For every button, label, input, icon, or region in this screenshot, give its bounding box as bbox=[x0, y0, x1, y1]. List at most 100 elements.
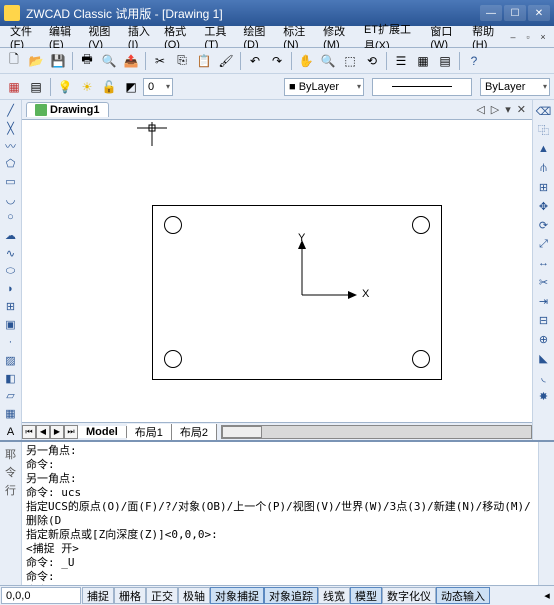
offset-icon[interactable]: ⫛ bbox=[535, 159, 553, 177]
command-text[interactable]: 另一角点: 命令: 另一角点: 命令: ucs 指定UCS的原点(O)/面(F)… bbox=[22, 442, 538, 585]
region-icon[interactable]: ▱ bbox=[2, 388, 20, 405]
block-icon[interactable]: ▣ bbox=[2, 316, 20, 333]
gradient-icon[interactable]: ◧ bbox=[2, 370, 20, 387]
layer-combo[interactable]: 0 bbox=[143, 78, 173, 96]
rectangle-icon[interactable]: ▭ bbox=[2, 173, 20, 190]
print-icon[interactable]: 🖶 bbox=[77, 51, 97, 71]
status-栅格[interactable]: 栅格 bbox=[114, 587, 146, 604]
status-对象捕捉[interactable]: 对象捕捉 bbox=[210, 587, 264, 604]
revcloud-icon[interactable]: ☁ bbox=[2, 227, 20, 244]
arc-icon[interactable]: ◡ bbox=[2, 191, 20, 208]
new-icon[interactable]: 🗋 bbox=[4, 51, 24, 71]
help-icon[interactable]: ? bbox=[464, 51, 484, 71]
extend-icon[interactable]: ⇥ bbox=[535, 292, 553, 310]
hscrollbar[interactable] bbox=[221, 425, 532, 439]
coord-readout[interactable]: 0,0,0 bbox=[1, 587, 81, 604]
layerprop-icon[interactable]: ▦ bbox=[4, 77, 24, 97]
preview-icon[interactable]: 🔍 bbox=[99, 51, 119, 71]
point-icon[interactable]: · bbox=[2, 334, 20, 351]
layerstate-icon[interactable]: ▤ bbox=[26, 77, 46, 97]
array-icon[interactable]: ⊞ bbox=[535, 178, 553, 196]
tab-first-icon[interactable]: ⏮ bbox=[22, 425, 36, 439]
line-icon[interactable]: ╱ bbox=[2, 102, 20, 119]
matchprop-icon[interactable]: 🖌 bbox=[216, 51, 236, 71]
scale-icon[interactable]: ⤢ bbox=[535, 235, 553, 253]
toolpalette-icon[interactable]: ▤ bbox=[435, 51, 455, 71]
circle-icon[interactable]: ○ bbox=[2, 209, 20, 226]
ellipsearc-icon[interactable]: ◗ bbox=[2, 280, 20, 297]
paste-icon[interactable]: 📋 bbox=[194, 51, 214, 71]
mdi-restore-button[interactable]: ▫ bbox=[521, 31, 535, 43]
status-捕捉[interactable]: 捕捉 bbox=[82, 587, 114, 604]
chamfer-icon[interactable]: ◣ bbox=[535, 349, 553, 367]
color-combo[interactable]: ■ ByLayer bbox=[284, 78, 364, 96]
mirror-icon[interactable]: ▲ bbox=[535, 140, 553, 158]
save-icon[interactable]: 💾 bbox=[48, 51, 68, 71]
minimize-button[interactable]: — bbox=[480, 5, 502, 21]
doc-tab-active[interactable]: Drawing1 bbox=[26, 102, 109, 117]
status-数字化仪[interactable]: 数字化仪 bbox=[382, 587, 436, 604]
break-icon[interactable]: ⊟ bbox=[535, 311, 553, 329]
linetype-combo[interactable] bbox=[372, 78, 472, 96]
publish-icon[interactable]: 📤 bbox=[121, 51, 141, 71]
status-极轴[interactable]: 极轴 bbox=[178, 587, 210, 604]
cmd-pin-icon[interactable]: 耶 bbox=[5, 446, 16, 462]
zoom-prev-icon[interactable]: ⟲ bbox=[362, 51, 382, 71]
move-icon[interactable]: ✥ bbox=[535, 197, 553, 215]
open-icon[interactable]: 📂 bbox=[26, 51, 46, 71]
table-icon[interactable]: ▦ bbox=[2, 405, 20, 422]
erase-icon[interactable]: ⌫ bbox=[535, 102, 553, 120]
tab-last-icon[interactable]: ⏭ bbox=[64, 425, 78, 439]
undo-icon[interactable]: ↶ bbox=[245, 51, 265, 71]
color-icon[interactable]: ◩ bbox=[121, 77, 141, 97]
polygon-icon[interactable]: ⬠ bbox=[2, 156, 20, 173]
status-动态输入[interactable]: 动态输入 bbox=[436, 587, 490, 604]
stretch-icon[interactable]: ↔ bbox=[535, 254, 553, 272]
status-正交[interactable]: 正交 bbox=[146, 587, 178, 604]
redo-icon[interactable]: ↷ bbox=[267, 51, 287, 71]
maximize-button[interactable]: ☐ bbox=[504, 5, 526, 21]
insert-icon[interactable]: ⊞ bbox=[2, 298, 20, 315]
cut-icon[interactable]: ✂ bbox=[150, 51, 170, 71]
explode-icon[interactable]: ✸ bbox=[535, 387, 553, 405]
status-模型[interactable]: 模型 bbox=[350, 587, 382, 604]
tab-back-icon[interactable]: ◀ bbox=[36, 425, 50, 439]
tab-close-icon[interactable]: ✕ bbox=[515, 103, 528, 116]
zoom-window-icon[interactable]: ⬚ bbox=[340, 51, 360, 71]
drawing-canvas[interactable]: X Y bbox=[22, 120, 532, 422]
tab-menu-icon[interactable]: ▾ bbox=[503, 103, 513, 116]
trim-icon[interactable]: ✂ bbox=[535, 273, 553, 291]
copy-icon[interactable]: ⎘ bbox=[172, 51, 192, 71]
sun-icon[interactable]: ☀ bbox=[77, 77, 97, 97]
tab-fwd-icon[interactable]: ▶ bbox=[50, 425, 64, 439]
tab-next-icon[interactable]: ▷ bbox=[489, 103, 501, 116]
rotate-icon[interactable]: ⟳ bbox=[535, 216, 553, 234]
spline-icon[interactable]: ∿ bbox=[2, 245, 20, 262]
mdi-min-button[interactable]: – bbox=[506, 31, 520, 43]
designcenter-icon[interactable]: ▦ bbox=[413, 51, 433, 71]
status-对象追踪[interactable]: 对象追踪 bbox=[264, 587, 318, 604]
tab-model[interactable]: Model bbox=[78, 426, 127, 438]
tab-layout1[interactable]: 布局1 bbox=[127, 424, 172, 440]
zoom-realtime-icon[interactable]: 🔍 bbox=[318, 51, 338, 71]
lineweight-combo[interactable]: ByLayer bbox=[480, 78, 550, 96]
pline-icon[interactable]: 〰 bbox=[2, 138, 20, 155]
tab-prev-icon[interactable]: ◁ bbox=[474, 103, 486, 116]
mtext-icon[interactable]: A bbox=[2, 423, 20, 440]
lock-icon[interactable]: 🔓 bbox=[99, 77, 119, 97]
hatch-icon[interactable]: ▨ bbox=[2, 352, 20, 369]
cmd-vscrollbar[interactable] bbox=[538, 442, 554, 585]
pan-icon[interactable]: ✋ bbox=[296, 51, 316, 71]
lightbulb-icon[interactable]: 💡 bbox=[55, 77, 75, 97]
join-icon[interactable]: ⊕ bbox=[535, 330, 553, 348]
tab-layout2[interactable]: 布局2 bbox=[172, 424, 217, 440]
close-button[interactable]: ✕ bbox=[528, 5, 550, 21]
mdi-close-button[interactable]: × bbox=[536, 31, 550, 43]
copy2-icon[interactable]: ⿻ bbox=[535, 121, 553, 139]
status-menu-icon[interactable]: ◂ bbox=[540, 586, 554, 605]
ellipse-icon[interactable]: ⬭ bbox=[2, 263, 20, 280]
status-线宽[interactable]: 线宽 bbox=[318, 587, 350, 604]
properties-icon[interactable]: ☰ bbox=[391, 51, 411, 71]
fillet-icon[interactable]: ◟ bbox=[535, 368, 553, 386]
xline-icon[interactable]: ╳ bbox=[2, 120, 20, 137]
